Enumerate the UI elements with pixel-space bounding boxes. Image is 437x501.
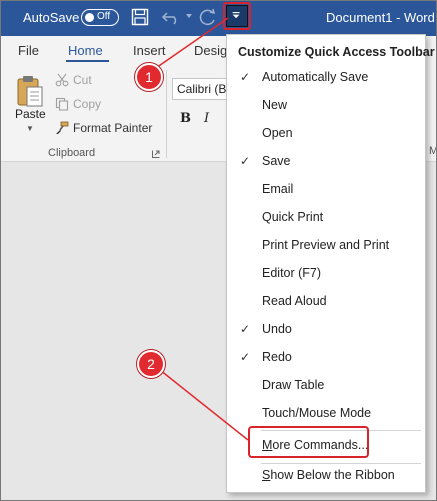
annotation-lines: [152, 17, 249, 441]
annotation-line-1: [152, 17, 229, 71]
step-1-badge: 1: [135, 63, 163, 91]
annotation-line-2: [159, 369, 249, 441]
step-2-badge: 2: [137, 350, 165, 378]
